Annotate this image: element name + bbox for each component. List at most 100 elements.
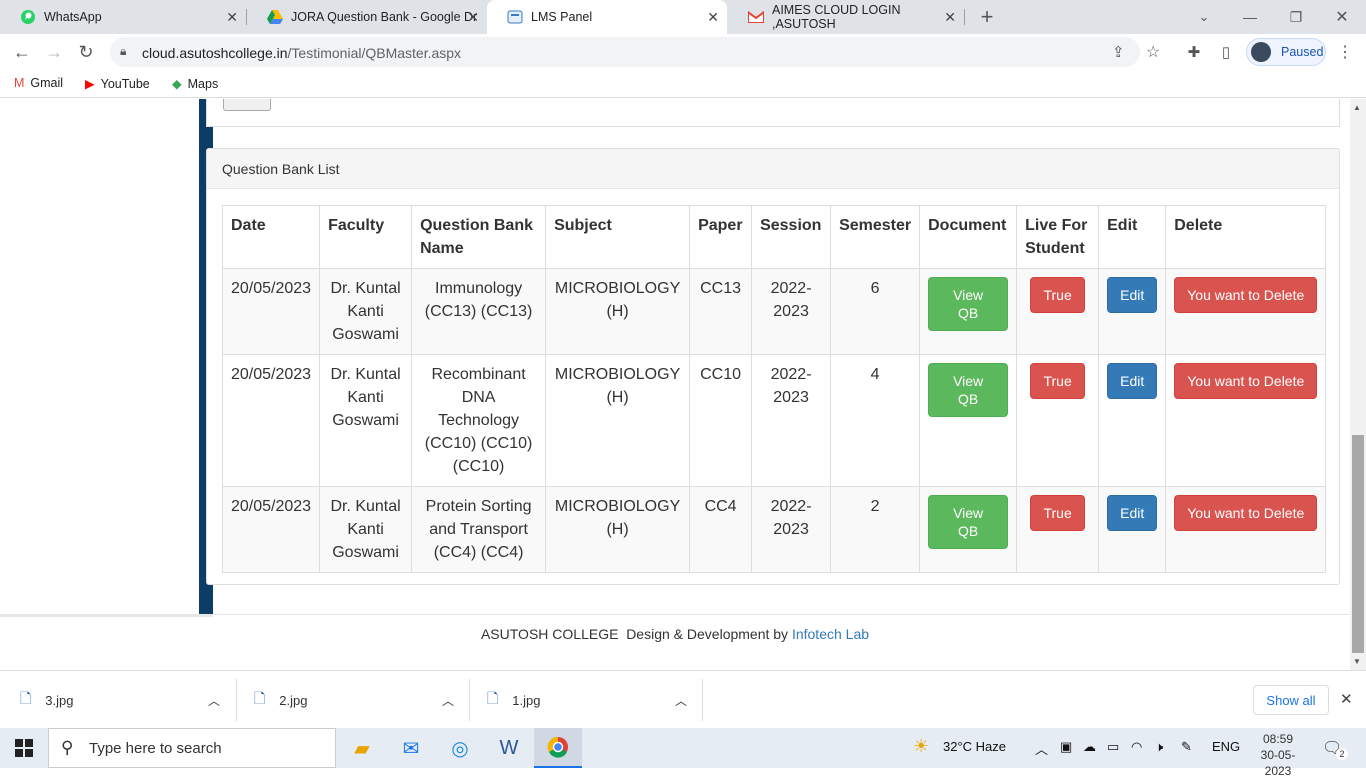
tab-jora-question-bank[interactable]: JORA Question Bank - Google Dr ✕ — [247, 0, 487, 34]
col-live: Live For Student — [1016, 205, 1100, 269]
show-all-button[interactable]: Show all — [1253, 685, 1329, 715]
footer: ASUTOSH COLLEGE Design & Development by … — [0, 614, 1350, 670]
address-bar[interactable]: 🔒︎ cloud.asutoshcollege.in/Testimonial/Q… — [110, 37, 1160, 67]
tab-lms-panel[interactable]: LMS Panel ✕ — [487, 0, 727, 34]
forward-icon[interactable]: → — [42, 40, 66, 64]
onedrive-icon[interactable]: ☁ — [1083, 739, 1096, 755]
chevron-up-icon[interactable]: ︿ — [675, 692, 687, 709]
share-icon[interactable]: ⇪ — [1112, 43, 1125, 61]
view-qb-button[interactable]: View QB — [928, 277, 1009, 331]
close-tab-icon[interactable]: ✕ — [944, 9, 956, 26]
bookmark-gmail[interactable]: M Gmail — [14, 76, 63, 90]
bookmark-youtube[interactable]: ▶ YouTube — [85, 76, 150, 92]
sidebar — [0, 99, 213, 617]
cell-semester: 6 — [830, 268, 921, 355]
close-tab-icon[interactable]: ✕ — [467, 9, 479, 26]
show-hidden-icons-icon[interactable]: ︿ — [1035, 739, 1048, 758]
tab-title: JORA Question Bank - Google Dr — [291, 10, 478, 24]
live-toggle-button[interactable]: True — [1030, 277, 1085, 313]
weather-text[interactable]: 32°C Haze — [943, 739, 1006, 754]
reload-icon[interactable]: ↻ — [74, 40, 98, 64]
bookmark-label: Gmail — [30, 76, 64, 90]
menu-kebab-icon[interactable]: ⋮ — [1333, 40, 1357, 64]
cell-faculty: Dr. Kuntal Kanti Goswami — [319, 354, 413, 487]
back-icon[interactable]: ← — [10, 40, 34, 64]
battery-icon[interactable]: ▭ — [1107, 739, 1119, 755]
scroll-down-icon[interactable]: ▼ — [1353, 657, 1361, 666]
delete-button[interactable]: You want to Delete — [1174, 277, 1318, 313]
cell-edit: Edit — [1098, 486, 1167, 573]
live-toggle-button[interactable]: True — [1030, 495, 1085, 531]
save-button[interactable] — [223, 99, 271, 111]
tab-aimes-cloud[interactable]: AIMES CLOUD LOGIN ,ASUTOSH ✕ — [728, 0, 964, 34]
download-item[interactable]: 🗋 2.jpg ︿ — [254, 671, 464, 729]
edge-icon[interactable]: ◎ — [436, 728, 484, 768]
view-qb-button[interactable]: View QB — [928, 363, 1009, 417]
volume-icon[interactable]: 🕨 — [1155, 739, 1163, 755]
pen-icon[interactable]: ✎ — [1181, 739, 1192, 755]
download-item[interactable]: 🗋 3.jpg ︿ — [20, 671, 230, 729]
taskbar: ⚲ Type here to search ▰ ✉ ◎ W ☀ 32°C Haz… — [0, 728, 1366, 778]
scroll-up-icon[interactable]: ▲ — [1353, 103, 1361, 112]
wifi-icon[interactable]: ◠ — [1131, 739, 1142, 755]
view-qb-button[interactable]: View QB — [928, 495, 1009, 549]
edit-button[interactable]: Edit — [1107, 277, 1158, 313]
chevron-up-icon[interactable]: ︿ — [208, 692, 220, 709]
file-icon: 🗋 — [20, 690, 32, 706]
bookmark-star-icon[interactable]: ☆ — [1146, 42, 1160, 62]
close-downloads-icon[interactable]: ✕ — [1340, 690, 1353, 708]
word-icon[interactable]: W — [485, 728, 533, 768]
close-tab-icon[interactable]: ✕ — [226, 9, 238, 26]
cell-document: View QB — [919, 354, 1018, 487]
weather-icon: ☀ — [913, 736, 930, 756]
cell-qb-name: Protein Sorting and Transport (CC4) (CC4… — [411, 486, 547, 573]
url-path: /Testimonial/QBMaster.aspx — [287, 45, 462, 61]
restore-icon[interactable]: ❐ — [1284, 5, 1308, 29]
whatsapp-icon — [20, 9, 36, 25]
minimize-icon[interactable]: — — [1238, 5, 1262, 29]
delete-button[interactable]: You want to Delete — [1174, 495, 1318, 531]
maps-icon: ◆ — [172, 77, 182, 91]
col-date: Date — [221, 205, 321, 269]
mail-icon[interactable]: ✉ — [387, 728, 435, 768]
profile-button[interactable]: Paused — [1246, 38, 1326, 66]
download-separator — [469, 679, 470, 721]
bookmark-maps[interactable]: ◆ Maps — [172, 76, 218, 92]
extensions-icon[interactable]: ✚ — [1182, 40, 1206, 64]
chrome-icon[interactable] — [534, 728, 582, 768]
edit-button[interactable]: Edit — [1107, 363, 1158, 399]
tab-whatsapp[interactable]: WhatsApp ✕ — [0, 0, 246, 34]
taskbar-search[interactable]: ⚲ Type here to search — [48, 728, 336, 768]
edit-button[interactable]: Edit — [1107, 495, 1158, 531]
cell-session: 2022-2023 — [751, 486, 832, 573]
download-item[interactable]: 🗋 1.jpg ︿ — [487, 671, 697, 729]
page-scrollbar[interactable]: ▲ ▼ — [1350, 99, 1366, 670]
clock[interactable]: 08:59 30-05-2023 — [1248, 731, 1308, 779]
cell-faculty: Dr. Kuntal Kanti Goswami — [319, 268, 413, 355]
live-toggle-button[interactable]: True — [1030, 363, 1085, 399]
side-panel-icon[interactable]: ▯ — [1214, 40, 1238, 64]
cell-date: 20/05/2023 — [221, 354, 321, 487]
scrollbar-thumb[interactable] — [1352, 435, 1364, 653]
tab-search-icon[interactable]: ⌄ — [1192, 5, 1216, 29]
browser-toolbar: ← → ↻ 🔒︎ cloud.asutoshcollege.in/Testimo… — [0, 34, 1366, 70]
close-window-icon[interactable]: ✕ — [1330, 5, 1354, 29]
cell-qb-name: Recombinant DNA Technology (CC10) (CC10)… — [411, 354, 547, 487]
tab-title: WhatsApp — [44, 10, 102, 24]
cell-subject: MICROBIOLOGY (H) — [545, 268, 691, 355]
cell-date: 20/05/2023 — [221, 486, 321, 573]
language-indicator[interactable]: ENG — [1212, 739, 1240, 754]
cell-qb-name: Immunology (CC13) (CC13) — [411, 268, 547, 355]
delete-button[interactable]: You want to Delete — [1174, 363, 1318, 399]
meet-icon[interactable]: ▣ — [1060, 739, 1072, 755]
table-row: 20/05/2023 Dr. Kuntal Kanti Goswami Immu… — [221, 268, 1327, 355]
infotech-lab-link[interactable]: Infotech Lab — [792, 626, 869, 642]
windows-start-icon[interactable] — [0, 728, 48, 768]
cell-edit: Edit — [1098, 354, 1167, 487]
chevron-up-icon[interactable]: ︿ — [442, 692, 454, 709]
file-explorer-icon[interactable]: ▰ — [338, 728, 386, 768]
close-tab-icon[interactable]: ✕ — [707, 9, 719, 26]
download-filename: 3.jpg — [45, 692, 74, 708]
new-tab-icon[interactable]: + — [975, 4, 999, 29]
avatar — [1251, 42, 1271, 62]
